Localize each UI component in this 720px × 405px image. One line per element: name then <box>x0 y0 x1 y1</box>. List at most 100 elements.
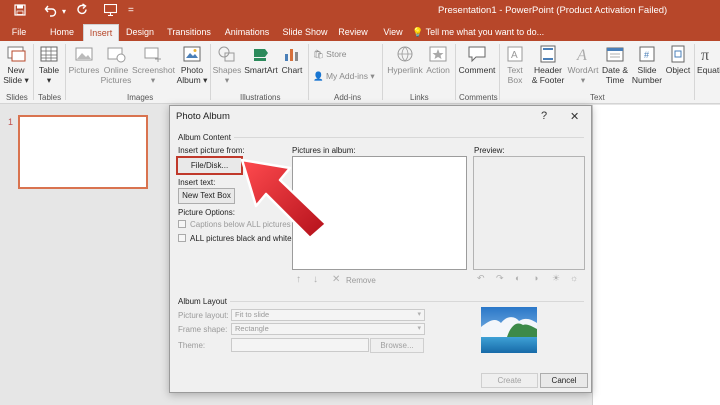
wordart-button[interactable]: A WordArt ▾ <box>567 45 599 85</box>
svg-text:A: A <box>576 47 587 63</box>
smartart-button[interactable]: SmartArt <box>243 45 279 75</box>
comment-button[interactable]: Comment <box>458 45 496 75</box>
captions-checkbox[interactable] <box>178 220 186 228</box>
frame-shape-select[interactable]: Rectangle ▾ <box>231 323 425 335</box>
theme-field[interactable] <box>231 338 369 352</box>
store-icon: 🛍 <box>313 49 324 59</box>
screenshot-icon <box>144 47 161 62</box>
brightness-up-icon[interactable]: ☀ <box>552 273 560 284</box>
move-up-icon[interactable]: ↑ <box>296 274 301 285</box>
undo-icon[interactable] <box>44 3 58 21</box>
group-links: Links <box>410 93 429 102</box>
slide-thumbnail[interactable] <box>18 115 148 189</box>
album-layout-label: Album Layout <box>178 297 227 306</box>
slide-number-icon: # <box>639 46 655 62</box>
online-pictures-icon <box>107 47 126 63</box>
picture-layout-select[interactable]: Fit to slide ▾ <box>231 309 425 321</box>
close-icon[interactable]: ✕ <box>570 110 579 123</box>
store-button[interactable]: 🛍 Store <box>313 49 347 59</box>
group-comments: Comments <box>459 93 498 102</box>
photo-album-dialog: Photo Album ? ✕ Album Content Insert pic… <box>169 105 592 393</box>
tab-animations[interactable]: Animations <box>220 24 274 41</box>
table-icon <box>40 46 58 62</box>
frame-shape-label: Frame shape: <box>178 325 228 334</box>
preview-label: Preview: <box>474 146 505 155</box>
brightness-down-icon[interactable]: ☼ <box>570 273 578 283</box>
text-box-icon: A <box>507 46 523 62</box>
insert-picture-from-label: Insert picture from: <box>178 146 245 155</box>
photo-album-button[interactable]: Photo Album ▾ <box>176 45 208 85</box>
shapes-icon <box>218 46 235 62</box>
date-time-button[interactable]: Date & Time <box>599 45 631 85</box>
action-icon <box>429 46 447 62</box>
tell-me-text: Tell me what you want to do... <box>425 27 545 37</box>
chart-button[interactable]: Chart <box>279 45 305 75</box>
contrast-down-icon[interactable]: ◑ <box>533 273 538 283</box>
browse-button[interactable]: Browse... <box>370 338 424 353</box>
redo-icon[interactable] <box>76 3 89 20</box>
save-icon[interactable] <box>14 4 26 20</box>
comment-icon <box>468 46 486 63</box>
photo-album-icon <box>183 46 201 62</box>
tab-review[interactable]: Review <box>336 24 370 41</box>
help-icon[interactable]: ? <box>541 110 547 122</box>
slide-edit-area[interactable] <box>592 105 720 405</box>
shapes-button[interactable]: Shapes ▾ <box>212 45 242 85</box>
tab-file[interactable]: File <box>6 24 32 41</box>
slide-number: 1 <box>8 117 14 127</box>
add-ins-icon: 👤 <box>313 71 324 81</box>
screenshot-button[interactable]: Screenshot ▾ <box>132 45 175 85</box>
file-disk-button[interactable]: File/Disk... <box>176 156 243 175</box>
theme-label: Theme: <box>178 341 206 350</box>
rotate-left-icon[interactable]: ↶ <box>477 273 485 284</box>
hyperlink-button[interactable]: Hyperlink <box>385 45 425 75</box>
tab-design[interactable]: Design <box>122 24 158 41</box>
date-time-icon <box>606 47 624 62</box>
tell-me-box[interactable]: 💡 Tell me what you want to do... <box>412 24 544 40</box>
remove-button[interactable]: Remove <box>346 276 376 285</box>
pictures-in-album-label: Pictures in album: <box>292 146 356 155</box>
equation-icon: π <box>701 47 709 63</box>
black-white-checkbox[interactable] <box>178 234 186 242</box>
chevron-down-icon: ▾ <box>417 311 421 318</box>
action-button[interactable]: Action <box>424 45 452 75</box>
group-text: Text <box>590 93 605 102</box>
customize-quick-access-icon[interactable]: = <box>128 3 134 19</box>
new-text-box-button[interactable]: New Text Box <box>178 188 235 204</box>
online-pictures-button[interactable]: Online Pictures <box>100 45 132 85</box>
tab-slide-show[interactable]: Slide Show <box>280 24 330 41</box>
picture-layout-label: Picture layout: <box>178 311 229 320</box>
svg-text:π: π <box>701 47 709 63</box>
table-button[interactable]: Table ▾ <box>36 45 62 85</box>
rotate-right-icon[interactable]: ↷ <box>496 273 504 284</box>
my-add-ins-button[interactable]: 👤 My Add-ins ▾ <box>313 71 375 81</box>
create-button[interactable]: Create <box>481 373 538 388</box>
pictures-button[interactable]: Pictures <box>68 45 100 75</box>
new-slide-button[interactable]: New Slide ▾ <box>2 45 30 85</box>
present-icon[interactable] <box>103 3 118 20</box>
smartart-icon <box>254 49 268 61</box>
picture-options-label: Picture Options: <box>178 208 235 217</box>
pictures-icon <box>75 47 93 61</box>
tab-view[interactable]: View <box>378 24 408 41</box>
object-button[interactable]: Object <box>663 45 693 75</box>
equation-button[interactable]: π Equatio <box>697 45 720 75</box>
chevron-down-icon: ▾ <box>417 325 421 332</box>
header-footer-button[interactable]: Header & Footer <box>528 45 568 85</box>
album-content-label: Album Content <box>178 133 231 142</box>
hyperlink-icon <box>397 46 413 62</box>
cancel-button[interactable]: Cancel <box>540 373 588 388</box>
contrast-up-icon[interactable]: ◐ <box>515 273 520 283</box>
tab-home[interactable]: Home <box>44 24 80 41</box>
slide-number-button[interactable]: # Slide Number <box>630 45 664 85</box>
ribbon-tab-bar: File Home Insert Design Transitions Anim… <box>0 22 720 41</box>
new-slide-icon <box>7 46 26 62</box>
object-icon <box>671 45 685 63</box>
remove-x-icon: ✕ <box>332 274 341 285</box>
dialog-title: Photo Album <box>176 111 230 122</box>
tab-insert[interactable]: Insert <box>83 24 119 41</box>
text-box-button[interactable]: A Text Box <box>502 45 528 85</box>
tab-transitions[interactable]: Transitions <box>164 24 214 41</box>
move-down-icon[interactable]: ↓ <box>313 274 318 285</box>
group-illustrations: Illustrations <box>240 93 281 102</box>
